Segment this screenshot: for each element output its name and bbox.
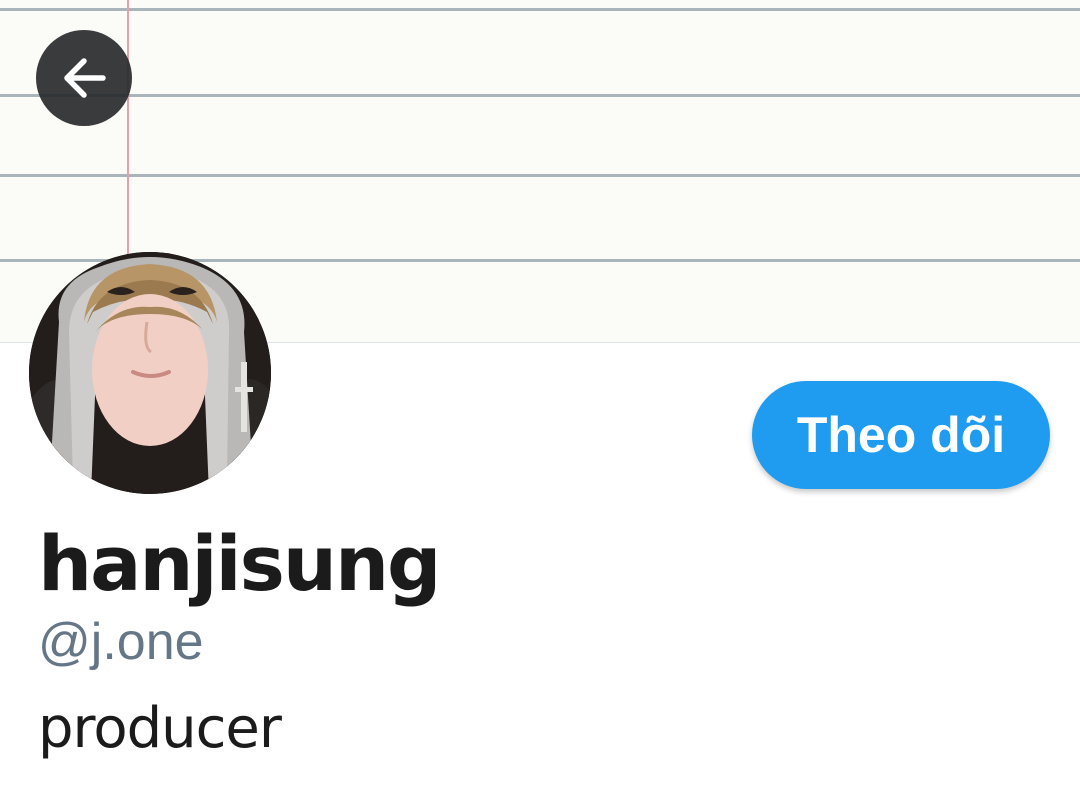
avatar-photo — [29, 252, 271, 494]
arrow-left-icon — [59, 53, 109, 103]
banner-rule-line — [0, 174, 1080, 177]
banner-rule-line — [0, 94, 1080, 97]
back-button[interactable] — [36, 30, 132, 126]
avatar[interactable] — [29, 252, 271, 494]
display-name: hanjisung — [38, 519, 441, 608]
profile-screen: Theo dõi hanjisung @j.one producer — [0, 0, 1080, 793]
profile-bio: producer — [38, 696, 282, 761]
banner-margin-line — [127, 0, 129, 260]
follow-button[interactable]: Theo dõi — [752, 381, 1050, 489]
username-handle: @j.one — [38, 613, 204, 671]
banner-rule-line — [0, 8, 1080, 11]
